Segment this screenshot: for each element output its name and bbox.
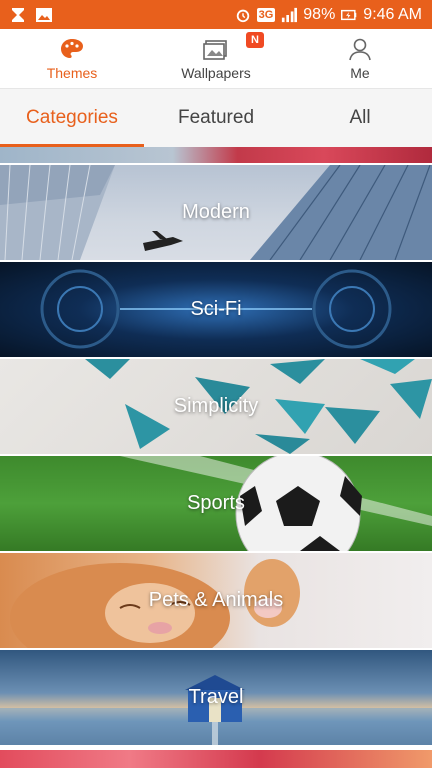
tab-wallpapers[interactable]: Wallpapers: [144, 29, 288, 88]
tab-me[interactable]: Me: [288, 29, 432, 88]
tab-themes[interactable]: Themes: [0, 29, 144, 88]
category-label-simplicity: Simplicity: [173, 395, 259, 417]
tab-themes-label: Themes: [46, 64, 98, 81]
category-label-modern: Modern: [182, 201, 250, 223]
subtab-all[interactable]: All: [288, 89, 432, 147]
tab-wallpapers-label: Wallpapers: [181, 64, 251, 81]
category-list: Modern Sci-Fi Simplicity Sports Pets & A…: [0, 147, 432, 768]
new-badge: N: [246, 32, 264, 48]
subtab-featured[interactable]: Featured: [144, 89, 288, 147]
clock: 9:46 AM: [363, 5, 422, 23]
battery-charging-icon: [341, 7, 357, 23]
category-label-sports: Sports: [187, 492, 245, 514]
wallpaper-icon: [203, 39, 227, 60]
battery-percent: 98%: [303, 5, 336, 23]
image-icon: [36, 7, 52, 23]
category-card-partial[interactable]: [0, 147, 432, 163]
category-card-pets-animals[interactable]: Pets & Animals: [0, 553, 432, 648]
category-card-modern[interactable]: Modern: [0, 165, 432, 260]
sub-tabs: Categories Featured All: [0, 89, 432, 147]
category-card-simplicity[interactable]: Simplicity: [0, 359, 432, 454]
category-label-travel: Travel: [188, 686, 244, 708]
category-card-scifi[interactable]: Sci-Fi: [0, 262, 432, 357]
signal-icon: [281, 7, 298, 23]
tab-me-label: Me: [350, 64, 370, 81]
category-label-pets-animals: Pets & Animals: [148, 589, 284, 611]
palette-icon: [61, 38, 83, 58]
category-card-travel[interactable]: Travel: [0, 650, 432, 745]
status-bar: 3G 98% 9:46 AM: [0, 0, 432, 29]
top-navigation: Themes Wallpapers Me N: [0, 29, 432, 89]
subtab-categories[interactable]: Categories: [0, 89, 144, 147]
person-icon: [349, 38, 371, 60]
category-card-partial[interactable]: [0, 750, 432, 768]
hourglass-icon: [10, 7, 26, 23]
alarm-icon: [235, 7, 251, 23]
network-type-badge: 3G: [256, 7, 276, 22]
category-label-scifi: Sci-Fi: [190, 298, 242, 320]
category-card-sports[interactable]: Sports: [0, 456, 432, 551]
